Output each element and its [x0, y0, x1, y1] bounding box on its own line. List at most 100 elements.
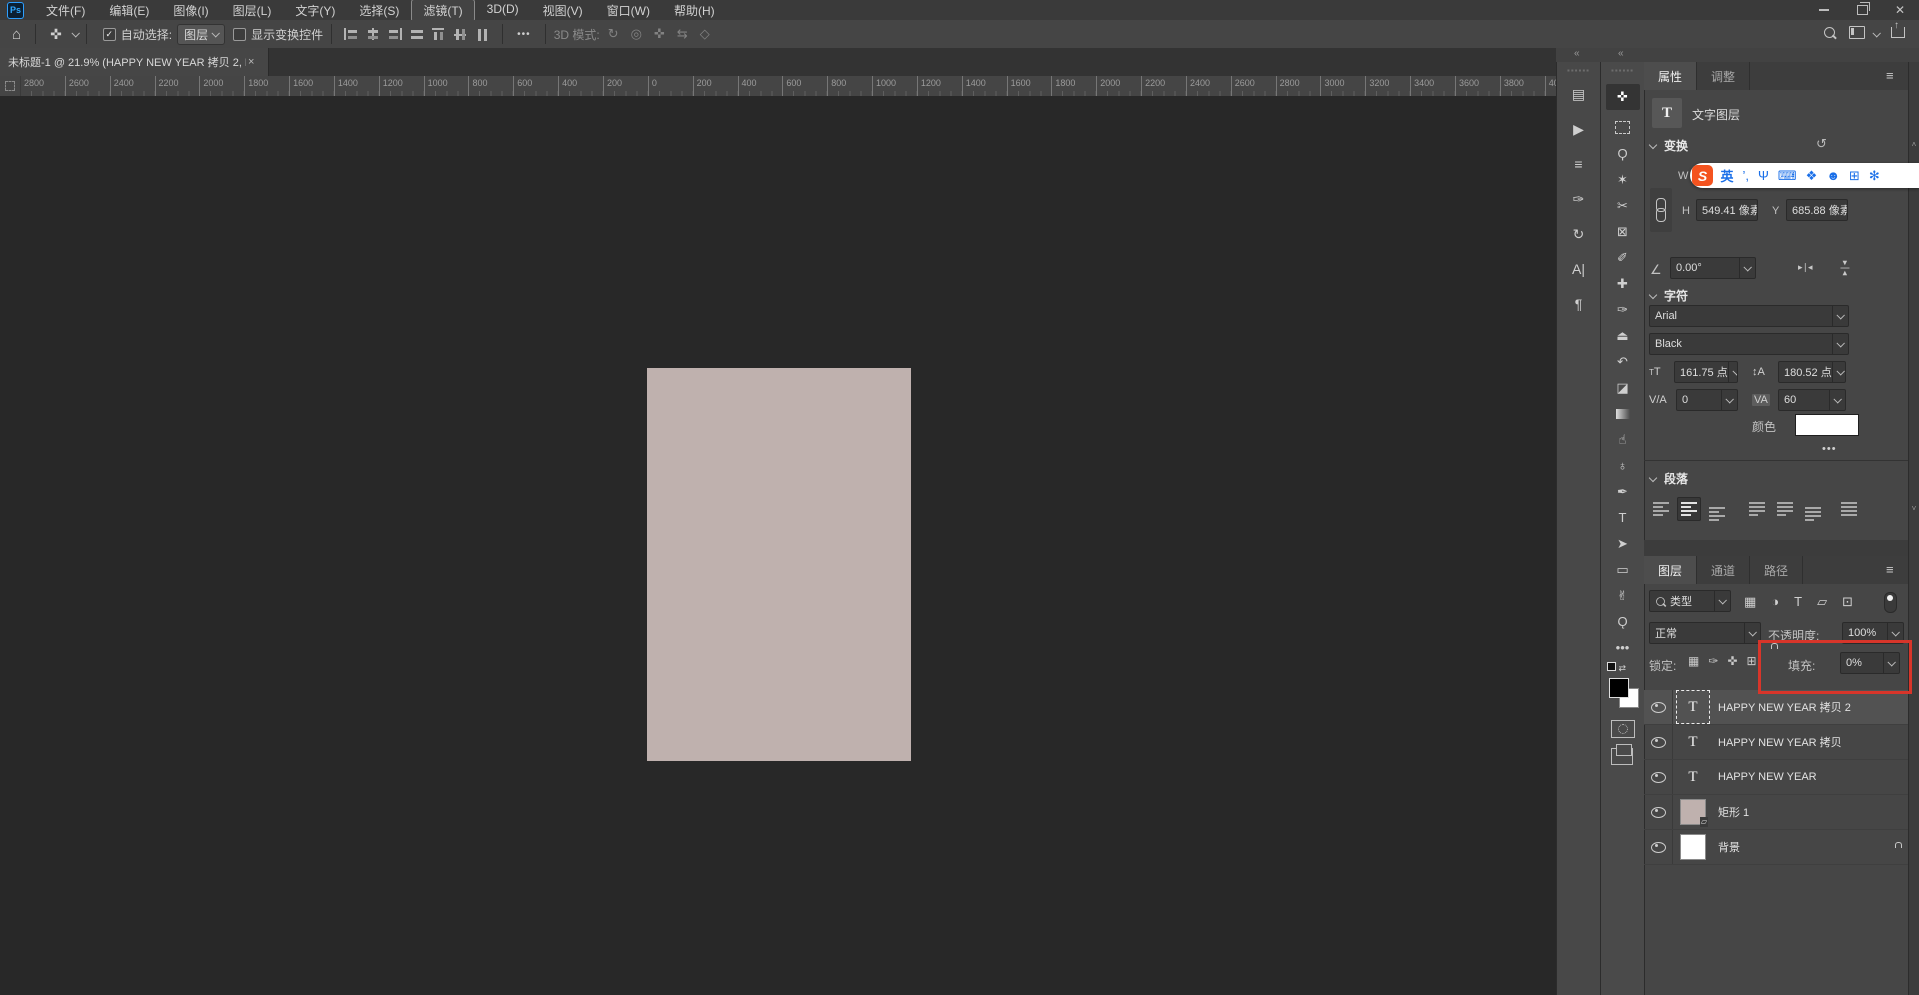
menu-item[interactable]: 图层(L) [221, 0, 284, 22]
layer-filter-dropdown[interactable]: 类型 [1649, 590, 1731, 612]
default-colors-icon[interactable]: ⇄ [1607, 662, 1626, 674]
quick-mask-button[interactable] [1611, 720, 1635, 738]
collapse-tools-icon[interactable]: « [1618, 48, 1624, 59]
horizontal-ruler[interactable]: 2800260024002200200018001600140012001000… [0, 76, 1556, 97]
adjustment-filter-icon[interactable]: ◑ [1771, 594, 1779, 610]
ruler-origin-corner[interactable] [0, 76, 21, 96]
smart-object-filter-icon[interactable]: ⊡ [1842, 594, 1853, 610]
canvas-area[interactable] [0, 96, 1556, 995]
lasso-tool[interactable]: Ϙ [1606, 145, 1640, 162]
layer-name[interactable]: 背景 [1718, 839, 1740, 855]
opacity-field[interactable]: 100% [1842, 622, 1904, 644]
lock-artboard-icon[interactable]: ⊞ [1746, 654, 1756, 668]
panel-tab[interactable]: 属性 [1644, 62, 1697, 90]
layer-name[interactable]: HAPPY NEW YEAR [1718, 771, 1817, 783]
align-icon[interactable] [453, 27, 469, 41]
shape-filter-icon[interactable]: ▱ [1817, 594, 1827, 610]
collapse-panels-icon[interactable]: « [1574, 48, 1580, 59]
move-tool-icon[interactable]: ✜ [50, 27, 62, 41]
layer-row[interactable]: T HAPPY NEW YEAR [1644, 760, 1908, 795]
panel-tab[interactable]: 调整 [1697, 62, 1750, 90]
ime-language-label[interactable]: 英 [1721, 166, 1734, 185]
auto-select-checkbox[interactable] [103, 28, 116, 41]
kerning-field[interactable]: 0 [1676, 389, 1738, 411]
align-icon[interactable] [475, 27, 491, 41]
font-family-dropdown[interactable]: Arial [1649, 305, 1849, 327]
rectangle-tool[interactable]: ▭ [1606, 561, 1640, 578]
ime-punctuation-icon[interactable]: ’, [1743, 168, 1750, 183]
restore-button[interactable] [1843, 1, 1881, 20]
transform-section-header[interactable]: 变换 [1650, 137, 1688, 154]
quick-selection-tool[interactable]: ✶ [1606, 171, 1640, 188]
chevron-down-icon[interactable] [71, 29, 79, 37]
spot-healing-brush-tool[interactable]: ✚ [1606, 275, 1640, 292]
workspace-icon[interactable] [1849, 26, 1865, 42]
paragraph-section-header[interactable]: 段落 [1650, 470, 1688, 487]
visibility-toggle[interactable] [1644, 725, 1673, 759]
scroll-down-icon[interactable]: ˅ [1909, 504, 1919, 513]
gradient-tool[interactable] [1606, 405, 1640, 422]
character-more-icon[interactable]: ••• [1822, 443, 1837, 455]
ime-assistant-icon[interactable]: ☻ [1826, 168, 1840, 183]
paragraph-panel-icon[interactable]: ¶ [1562, 292, 1596, 316]
align-icon[interactable] [343, 27, 359, 41]
ime-mic-icon[interactable]: Ψ [1758, 168, 1769, 183]
edit-toolbar-button[interactable]: ••• [1606, 639, 1640, 656]
clone-source-panel-icon[interactable]: ↻ [1562, 222, 1596, 246]
justify-last-center-button[interactable] [1773, 497, 1797, 521]
panel-tab[interactable]: 通道 [1697, 556, 1750, 584]
show-transform-checkbox[interactable] [233, 28, 246, 41]
pixel-filter-icon[interactable]: ▦ [1744, 594, 1756, 610]
home-icon[interactable]: ⌂ [12, 27, 21, 42]
ime-toolbox-icon[interactable]: ⊞ [1849, 168, 1860, 184]
justify-last-right-button[interactable] [1801, 497, 1825, 521]
text-color-swatch[interactable] [1795, 414, 1859, 436]
type-tool[interactable]: T [1606, 509, 1640, 526]
layer-thumbnail[interactable]: T [1680, 729, 1706, 755]
layer-name[interactable]: HAPPY NEW YEAR 拷贝 2 [1718, 699, 1851, 715]
document-tab[interactable]: 未标题-1 @ 21.9% (HAPPY NEW YEAR 拷贝 2, RGB/… [0, 48, 269, 76]
frame-tool[interactable]: ⊠ [1606, 223, 1640, 240]
y-position-field[interactable]: 685.88 像素 [1786, 199, 1848, 221]
ime-keyboard-icon[interactable]: ⌨ [1778, 168, 1797, 184]
screen-mode-button[interactable] [1611, 748, 1633, 765]
menu-item[interactable]: 视图(V) [531, 0, 595, 22]
path-selection-tool[interactable]: ➤ [1606, 535, 1640, 552]
actions-panel-icon[interactable]: ▶ [1562, 117, 1596, 141]
align-left-button[interactable] [1649, 497, 1673, 521]
link-dimensions-button[interactable] [1650, 188, 1672, 232]
type-filter-icon[interactable]: T [1794, 594, 1802, 610]
crop-tool[interactable]: ✂ [1606, 197, 1640, 214]
hand-tool[interactable]: ✌ [1606, 587, 1640, 604]
scroll-up-icon[interactable]: ˄ [1909, 140, 1919, 149]
history-panel-icon[interactable]: ▤ [1562, 82, 1596, 106]
menu-item[interactable]: 编辑(E) [97, 0, 161, 22]
ime-settings-icon[interactable]: ✻ [1869, 168, 1880, 184]
layer-thumbnail[interactable]: T [1680, 764, 1706, 790]
reset-transform-icon[interactable]: ↺ [1816, 136, 1827, 152]
dock-grip[interactable]: ▪▪▪▪▪▪ [1601, 66, 1644, 75]
visibility-toggle[interactable] [1644, 795, 1673, 829]
align-icon[interactable] [431, 27, 447, 41]
font-style-dropdown[interactable]: Black [1649, 333, 1849, 355]
3d-mode-icon[interactable]: ◎ [631, 26, 642, 42]
menu-item[interactable]: 3D(D) [475, 0, 531, 22]
panel-tab[interactable]: 路径 [1750, 556, 1803, 584]
visibility-toggle[interactable] [1644, 760, 1673, 794]
share-icon[interactable] [1891, 27, 1905, 41]
3d-mode-icon[interactable]: ◇ [700, 26, 710, 42]
minimize-button[interactable] [1805, 1, 1843, 20]
layer-thumbnail[interactable] [1680, 834, 1706, 860]
dock-grip[interactable]: ▪▪▪▪▪▪ [1557, 66, 1600, 75]
move-tool[interactable]: ✜ [1606, 84, 1640, 110]
align-icon[interactable] [365, 27, 381, 41]
layer-row[interactable]: 背景 [1644, 830, 1908, 865]
lock-position-icon[interactable]: ✜ [1727, 654, 1737, 668]
chevron-down-icon[interactable] [1872, 29, 1880, 37]
3d-mode-icon[interactable]: ✜ [654, 26, 665, 42]
layer-row[interactable]: 矩形 1 [1644, 795, 1908, 830]
character-panel-icon[interactable]: A| [1562, 257, 1596, 281]
foreground-color-swatch[interactable] [1609, 678, 1629, 698]
fill-field[interactable]: 0% [1840, 652, 1900, 674]
tracking-field[interactable]: 60 [1778, 389, 1846, 411]
